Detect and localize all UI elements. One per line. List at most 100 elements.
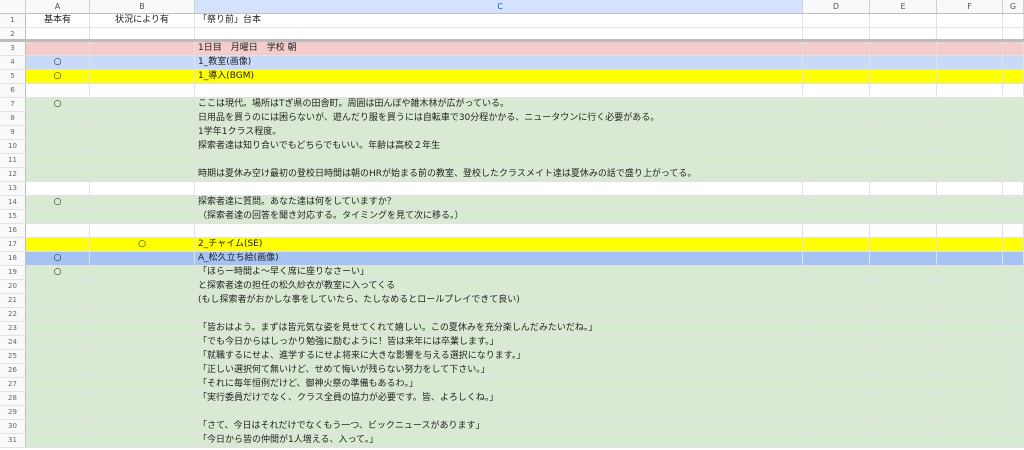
cell-f[interactable] [937,154,1003,167]
cell-d[interactable] [803,308,870,321]
cell-c[interactable]: 時期は夏休み空け最初の登校日時間は朝のHRが始まる前の教室、登校したクラスメイト… [195,168,803,181]
row-number[interactable]: 19 [0,266,26,279]
cell-a[interactable]: ○ [26,98,90,111]
cell-c[interactable] [195,406,803,419]
cell-c[interactable]: 「今日から皆の仲間が1人増える、入って。」 [195,434,803,447]
cell-b[interactable] [90,294,195,307]
cell-d[interactable] [803,168,870,181]
cell-a[interactable] [26,126,90,139]
cell-c[interactable]: 1_導入(BGM) [195,70,803,83]
cell-d[interactable] [803,182,870,195]
cell-g[interactable] [1003,378,1024,391]
cell-d[interactable] [803,84,870,97]
column-header-b[interactable]: B [90,0,195,13]
cell-b[interactable]: 状況により有 [90,14,195,27]
cell-f[interactable] [937,126,1003,139]
cell-f[interactable] [937,378,1003,391]
cell-a[interactable]: 基本有 [26,14,90,27]
cell-d[interactable] [803,140,870,153]
cell-d[interactable] [803,28,870,39]
row-number[interactable]: 5 [0,70,26,83]
cell-g[interactable] [1003,56,1024,69]
cell-b[interactable] [90,196,195,209]
cell-g[interactable] [1003,322,1024,335]
cell-e[interactable] [870,112,937,125]
cell-d[interactable] [803,336,870,349]
cell-e[interactable] [870,322,937,335]
cell-g[interactable] [1003,154,1024,167]
cell-e[interactable] [870,392,937,405]
row-number[interactable]: 4 [0,56,26,69]
cell-d[interactable] [803,266,870,279]
cell-b[interactable] [90,168,195,181]
row-number[interactable]: 20 [0,280,26,293]
cell-a[interactable] [26,42,90,55]
row-number[interactable]: 2 [0,28,26,39]
cell-b[interactable] [90,350,195,363]
cell-c[interactable] [195,224,803,237]
cell-d[interactable] [803,378,870,391]
cell-f[interactable] [937,420,1003,433]
cell-a[interactable]: ○ [26,56,90,69]
cell-a[interactable] [26,378,90,391]
cell-f[interactable] [937,168,1003,181]
cell-b[interactable] [90,28,195,39]
cell-a[interactable]: ○ [26,196,90,209]
cell-d[interactable] [803,98,870,111]
cell-d[interactable] [803,224,870,237]
cell-e[interactable] [870,406,937,419]
cell-c[interactable]: 「でも今日からはしっかり勉強に励むように！皆は来年には卒業します。」 [195,336,803,349]
cell-d[interactable] [803,154,870,167]
cell-a[interactable] [26,420,90,433]
cell-b[interactable] [90,266,195,279]
row-number[interactable]: 8 [0,112,26,125]
cell-d[interactable] [803,364,870,377]
cell-d[interactable] [803,196,870,209]
cell-c[interactable]: 探索者達は知り合いでもどちらでもいい。年齢は高校２年生 [195,140,803,153]
cell-b[interactable] [90,154,195,167]
cell-b[interactable] [90,378,195,391]
cell-c[interactable] [195,308,803,321]
cell-g[interactable] [1003,126,1024,139]
cell-d[interactable] [803,294,870,307]
cell-f[interactable] [937,56,1003,69]
cell-f[interactable] [937,182,1003,195]
cell-g[interactable] [1003,350,1024,363]
cell-c[interactable]: 1学年1クラス程度。 [195,126,803,139]
cell-f[interactable] [937,14,1003,27]
cell-a[interactable] [26,364,90,377]
cell-a[interactable]: ○ [26,252,90,265]
cell-e[interactable] [870,140,937,153]
cell-g[interactable] [1003,14,1024,27]
cell-e[interactable] [870,14,937,27]
cell-g[interactable] [1003,112,1024,125]
cell-a[interactable] [26,350,90,363]
row-number[interactable]: 11 [0,154,26,167]
row-number[interactable]: 3 [0,42,26,55]
cell-e[interactable] [870,266,937,279]
cell-d[interactable] [803,406,870,419]
cell-b[interactable] [90,126,195,139]
cell-f[interactable] [937,42,1003,55]
cell-g[interactable] [1003,294,1024,307]
cell-c[interactable]: 日用品を買うのには困らないが、遊んだり服を買うには自転車で30分程かかる、ニュー… [195,112,803,125]
column-header-d[interactable]: D [803,0,870,13]
cell-b[interactable] [90,252,195,265]
cell-c[interactable]: 1_教室(画像) [195,56,803,69]
cell-a[interactable] [26,280,90,293]
cell-a[interactable] [26,168,90,181]
cell-e[interactable] [870,252,937,265]
cell-f[interactable] [937,84,1003,97]
cell-g[interactable] [1003,420,1024,433]
cell-b[interactable] [90,84,195,97]
cell-c[interactable]: (もし探索者がおかしな事をしていたら、たしなめるとロールプレイできて良い) [195,294,803,307]
cell-e[interactable] [870,168,937,181]
cell-b[interactable] [90,364,195,377]
cell-b[interactable] [90,224,195,237]
cell-e[interactable] [870,294,937,307]
row-number[interactable]: 10 [0,140,26,153]
cell-b[interactable] [90,322,195,335]
column-header-f[interactable]: F [937,0,1003,13]
column-header-c[interactable]: C [195,0,803,13]
cell-g[interactable] [1003,168,1024,181]
